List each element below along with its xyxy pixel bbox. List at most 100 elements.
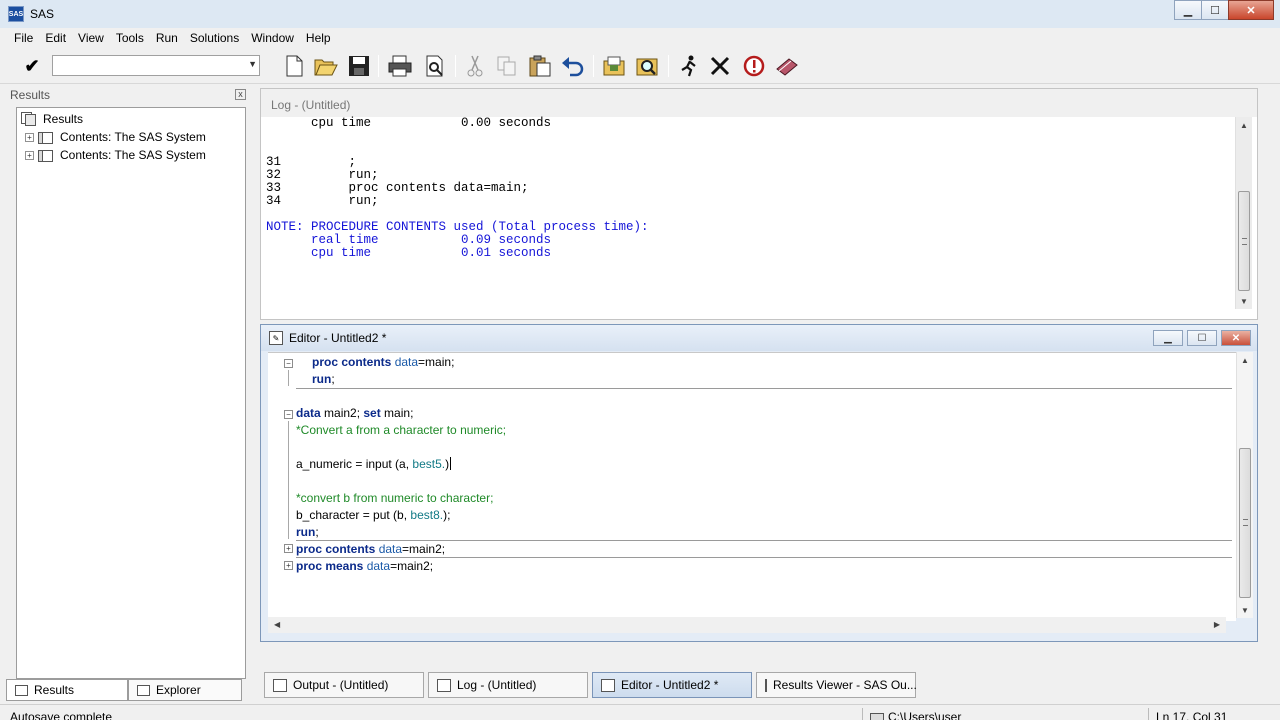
tree-item-results[interactable]: Results — [21, 110, 83, 128]
scroll-left-icon[interactable]: ◀ — [274, 620, 280, 629]
menu-tools[interactable]: Tools — [110, 31, 150, 45]
folder-pages-icon — [38, 130, 54, 144]
minimize-button[interactable]: ▁ — [1174, 0, 1202, 20]
collapse-icon[interactable]: − — [284, 359, 293, 368]
cursor-position: Ln 17, Col 31 — [1156, 710, 1228, 720]
menu-view[interactable]: View — [72, 31, 110, 45]
expand-icon[interactable]: + — [284, 561, 293, 570]
editor-maximize-button[interactable]: ☐ — [1187, 330, 1217, 346]
current-folder[interactable]: C:\Users\user — [870, 710, 961, 720]
command-box[interactable]: ▼ — [52, 55, 260, 76]
scroll-thumb[interactable] — [1239, 448, 1251, 598]
editor-scrollbar[interactable]: ▲ ▼ — [1236, 352, 1253, 618]
expand-icon[interactable]: + — [284, 544, 293, 553]
status-message: Autosave complete — [10, 710, 113, 720]
menu-file[interactable]: File — [8, 31, 39, 45]
chevron-down-icon[interactable]: ▼ — [248, 59, 257, 69]
close-button[interactable]: ✕ — [1228, 0, 1274, 20]
close-icon[interactable]: x — [235, 89, 246, 100]
clear-icon[interactable] — [708, 54, 732, 78]
expand-icon[interactable]: + — [25, 132, 34, 142]
menu-window[interactable]: Window — [245, 31, 300, 45]
window-controls: ▁ ☐ ✕ — [1174, 0, 1274, 20]
print-icon[interactable] — [388, 54, 412, 78]
check-icon[interactable]: ✔ — [18, 56, 46, 76]
scroll-up-icon[interactable]: ▲ — [1237, 352, 1253, 368]
editor-hscrollbar[interactable]: ◀ ▶ — [268, 617, 1226, 633]
libraries-icon[interactable] — [602, 54, 626, 78]
menu-edit[interactable]: Edit — [39, 31, 72, 45]
results-explorer-tabs: Results Explorer — [6, 679, 250, 701]
collapse-icon[interactable]: − — [284, 410, 293, 419]
tree-item-label: Results — [43, 112, 84, 126]
log-window: Log - (Untitled) cpu time 0.00 seconds 3… — [260, 88, 1258, 320]
tree-item-contents[interactable]: + Contents: The SAS System — [25, 146, 206, 164]
status-separator — [1148, 708, 1149, 720]
tree-item-label: Contents: The SAS System — [60, 148, 206, 162]
menu-help[interactable]: Help — [300, 31, 337, 45]
tab-editor[interactable]: Editor - Untitled2 * — [592, 672, 752, 698]
tree-item-label: Contents: The SAS System — [60, 130, 206, 144]
menu-run[interactable]: Run — [150, 31, 184, 45]
results-header-label: Results — [10, 88, 51, 102]
submit-run-icon[interactable] — [676, 54, 700, 78]
code-line: run; — [296, 525, 319, 539]
toolbar-separator — [668, 55, 669, 77]
tab-results[interactable]: Results — [6, 679, 128, 701]
current-folder-path: C:\Users\user — [888, 710, 962, 720]
print-preview-icon[interactable] — [423, 54, 447, 78]
log-line: cpu time 0.00 seconds — [266, 116, 552, 130]
log-body[interactable]: cpu time 0.00 seconds 31 ; 32 run; 33 pr… — [265, 117, 1235, 317]
scroll-down-icon[interactable]: ▼ — [1236, 293, 1252, 309]
new-icon[interactable] — [282, 54, 306, 78]
code-comment: *Convert a from a character to numeric; — [296, 423, 507, 437]
scroll-right-icon[interactable]: ▶ — [1214, 620, 1220, 629]
explorer-icon[interactable] — [635, 54, 659, 78]
open-icon[interactable] — [314, 54, 338, 78]
code-line: proc means data=main2; — [296, 559, 434, 573]
maximize-button[interactable]: ☐ — [1201, 0, 1229, 20]
tab-output[interactable]: Output - (Untitled) — [264, 672, 424, 698]
explorer-tab-icon — [137, 684, 150, 696]
menu-solutions[interactable]: Solutions — [184, 31, 245, 45]
results-tab-icon — [15, 684, 28, 696]
editor-close-button[interactable]: ✕ — [1221, 330, 1251, 346]
tab-label: Results Viewer - SAS Ou... — [773, 678, 917, 692]
copy-icon[interactable] — [495, 54, 519, 78]
tab-log[interactable]: Log - (Untitled) — [428, 672, 588, 698]
window-tabs: Output - (Untitled) Log - (Untitled) Edi… — [258, 670, 1268, 698]
cut-icon[interactable] — [463, 54, 487, 78]
scroll-thumb[interactable] — [1238, 191, 1250, 291]
editor-title: Editor - Untitled2 * — [289, 331, 387, 345]
log-title: Log - (Untitled) — [261, 89, 1257, 117]
editor-window: ✎ Editor - Untitled2 * ▁ ☐ ✕ − proc cont… — [260, 324, 1258, 642]
code-line-current: a_numeric = input (a, best5.) — [296, 457, 452, 471]
fold-guide — [288, 370, 289, 386]
window-title: SAS — [30, 7, 55, 21]
tab-explorer[interactable]: Explorer — [128, 679, 242, 701]
expand-icon[interactable]: + — [25, 150, 34, 160]
log-scrollbar[interactable]: ▲ ▼ — [1235, 117, 1252, 309]
tab-results-viewer[interactable]: Results Viewer - SAS Ou... — [756, 672, 917, 698]
results-icon — [21, 112, 37, 126]
code-comment: *convert b from numeric to character; — [296, 491, 494, 505]
status-separator — [862, 708, 863, 720]
paste-icon[interactable] — [528, 54, 552, 78]
scroll-up-icon[interactable]: ▲ — [1236, 117, 1252, 133]
code-editor[interactable]: − proc contents data=main; run; − data m… — [268, 352, 1236, 621]
help-icon[interactable] — [742, 54, 766, 78]
log-line: 34 run; — [266, 194, 379, 208]
save-icon[interactable] — [347, 54, 371, 78]
undo-icon[interactable] — [561, 54, 585, 78]
tree-item-contents[interactable]: + Contents: The SAS System — [25, 128, 206, 146]
results-header: Results x — [6, 86, 250, 104]
text-cursor — [450, 457, 452, 470]
sas-app-icon[interactable]: SAS — [8, 6, 24, 22]
scroll-down-icon[interactable]: ▼ — [1237, 602, 1253, 618]
command-input[interactable] — [53, 56, 233, 75]
tab-label: Results — [34, 683, 75, 697]
results-panel: Results x Results + Contents: The SAS Sy… — [6, 86, 250, 680]
editor-minimize-button[interactable]: ▁ — [1153, 330, 1183, 346]
section-divider — [296, 388, 1232, 389]
sas-docs-icon[interactable] — [775, 54, 799, 78]
